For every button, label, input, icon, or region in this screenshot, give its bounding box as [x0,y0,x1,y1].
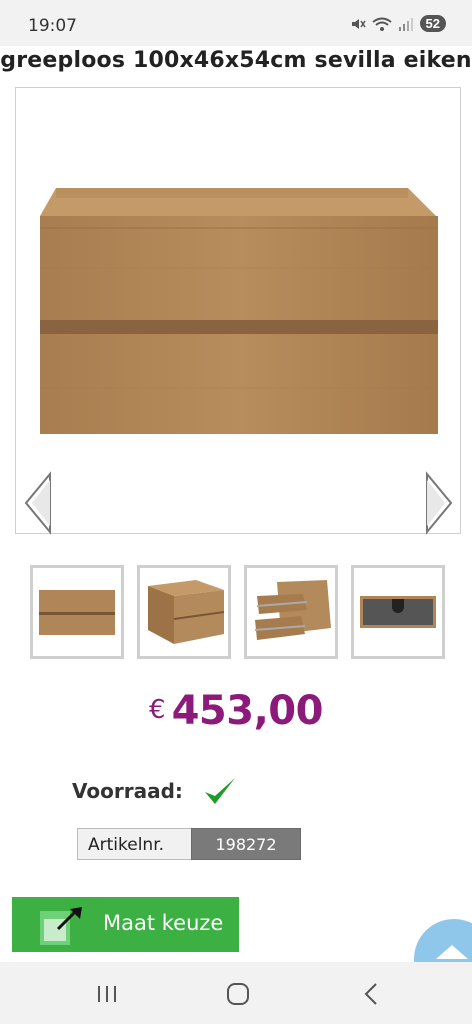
thumbnail-interior-view[interactable] [351,565,445,659]
size-choice-label: Maat keuze [103,911,224,935]
back-icon[interactable] [352,980,392,1008]
stock-label: Voorraad: [72,779,183,803]
mute-icon [351,18,366,29]
checkmark-icon [204,778,235,804]
article-number: 198272 [191,828,301,860]
resize-icon [40,907,82,945]
thumbnail-front-view[interactable] [30,565,124,659]
product-image-gallery[interactable] [15,87,461,534]
gallery-next-button[interactable] [425,470,455,536]
stock-status: Voorraad: [72,776,237,806]
gallery-previous-button[interactable] [22,470,52,536]
thumbnail-strip [30,565,446,659]
status-time: 19:07 [28,16,77,36]
article-label: Artikelnr. [77,828,191,860]
article-number-row: Artikelnr. 198272 [77,828,301,860]
recent-apps-icon[interactable] [87,980,127,1008]
product-title: greeploos 100x46x54cm sevilla eiken [0,48,472,73]
status-bar: 19:07 52 [0,0,472,46]
thumbnail-open-drawers-view[interactable] [244,565,338,659]
home-icon[interactable] [218,980,258,1008]
signal-icon [398,17,413,31]
price-currency: € [149,695,166,725]
wifi-icon [371,17,392,31]
size-choice-button[interactable]: Maat keuze [12,897,239,952]
thumbnail-angle-view[interactable] [137,565,231,659]
price-value: 453,00 [171,688,324,734]
system-navigation-bar [0,962,472,1024]
product-image [40,188,438,434]
battery-badge: 52 [419,15,446,32]
product-price: €453,00 [0,688,472,734]
status-icons: 52 [350,15,446,32]
